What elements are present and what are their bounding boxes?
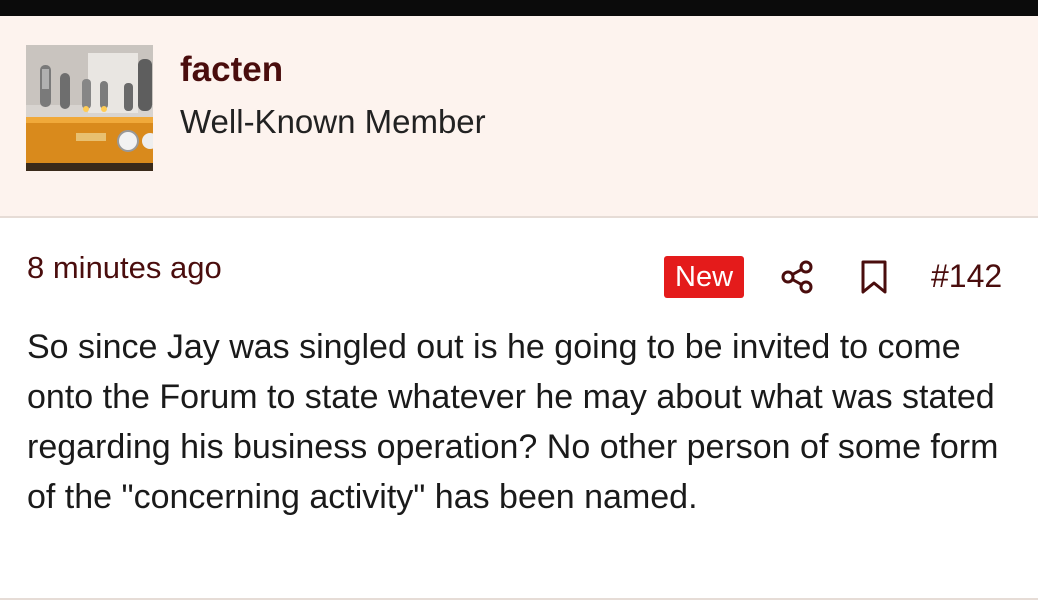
user-title: Well-Known Member [180,103,486,140]
share-icon [781,260,813,294]
tube-amplifier-icon [26,45,153,171]
share-button[interactable] [779,258,817,296]
avatar[interactable] [26,45,153,171]
username[interactable]: facten [180,50,283,90]
bookmark-icon [861,260,887,294]
post-number-link[interactable]: #142 [931,256,1002,296]
post-body: So since Jay was singled out is he going… [27,328,999,516]
post-timestamp[interactable]: 8 minutes ago [27,250,222,286]
bookmark-button[interactable] [856,258,892,296]
post: 8 minutes ago New #142 So since Jay was … [0,218,1038,600]
new-badge: New [664,256,745,298]
status-bar [0,0,1038,16]
post-user-header: facten Well-Known Member [0,16,1038,218]
